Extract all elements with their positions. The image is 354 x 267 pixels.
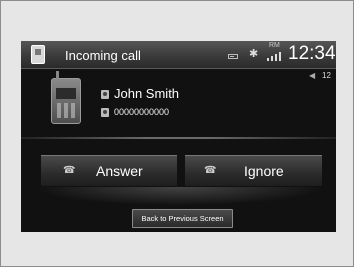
answer-button[interactable]: ☎ Answer	[41, 155, 177, 186]
contact-icon	[101, 90, 109, 99]
caller-name: John Smith	[114, 86, 180, 101]
back-to-previous-button[interactable]: Back to Previous Screen	[132, 209, 233, 228]
answer-label: Answer	[96, 163, 143, 179]
battery-icon	[228, 54, 238, 59]
number-icon	[101, 108, 109, 117]
phone-display	[56, 88, 76, 99]
phone-keypad	[57, 103, 75, 118]
ignore-label: Ignore	[244, 163, 284, 179]
divider	[21, 137, 336, 139]
screen-title: Incoming call	[65, 48, 141, 63]
speaker-icon: ◀	[309, 71, 316, 80]
mobile-phone-icon	[51, 71, 81, 124]
button-reflection	[21, 187, 336, 207]
volume-level: 12	[322, 71, 331, 80]
antenna	[56, 71, 59, 80]
phone-icon	[31, 45, 45, 64]
caller-number: 00000000000	[114, 107, 170, 117]
roaming-label: RM	[269, 42, 280, 49]
bluetooth-icon: ✱	[249, 48, 259, 60]
status-bar: Incoming call ✱ RM 12:34	[21, 41, 336, 69]
signal-icon	[267, 52, 283, 61]
clock: 12:34	[288, 43, 336, 64]
manual-figure-frame: Incoming call ✱ RM 12:34 ◀ 12 John Smith…	[0, 0, 354, 267]
handset-off-hook-icon: ☎	[63, 165, 76, 176]
phone-screen: Incoming call ✱ RM 12:34 ◀ 12 John Smith…	[21, 41, 336, 232]
ignore-button[interactable]: ☎ Ignore	[185, 155, 322, 186]
handset-hang-up-icon: ☎	[204, 165, 217, 176]
